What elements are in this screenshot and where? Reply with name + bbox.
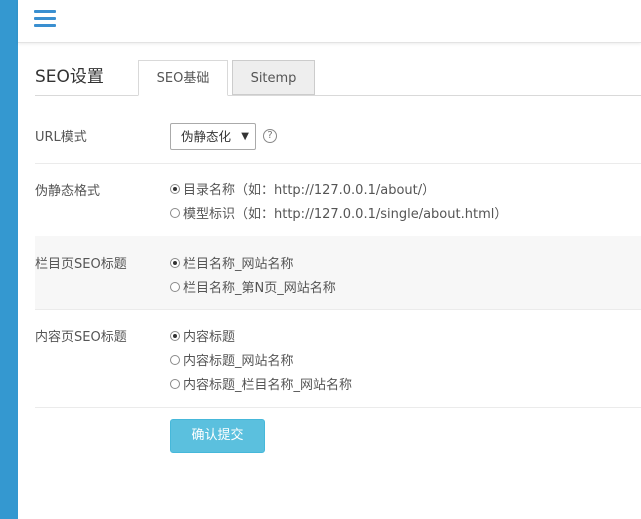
tabs-divider bbox=[35, 95, 641, 96]
radio-button[interactable] bbox=[170, 183, 180, 194]
url-mode-label: URL模式 bbox=[35, 130, 87, 145]
pseudo-static-option-model[interactable]: 模型标识（如：http://127.0.0.1/single/about.htm… bbox=[170, 203, 507, 222]
page-title: SEO设置 bbox=[35, 67, 104, 87]
column-seo-option-2[interactable]: 栏目名称_第N页_网站名称 bbox=[170, 277, 336, 296]
option-label: 内容标题 bbox=[183, 330, 236, 345]
radio-button[interactable] bbox=[170, 378, 180, 389]
column-seo-title-row: 栏目页SEO标题 栏目名称_网站名称 栏目名称_第N页_网站名称 bbox=[35, 236, 641, 310]
content-seo-option-1[interactable]: 内容标题 bbox=[170, 326, 235, 345]
option-label: 内容标题_栏目名称_网站名称 bbox=[183, 378, 353, 393]
option-label: 模型标识（如：http://127.0.0.1/single/about.htm… bbox=[183, 207, 508, 222]
content-seo-title-row: 内容页SEO标题 内容标题 内容标题_网站名称 内容标题_栏目名称_网站名称 bbox=[35, 309, 641, 408]
top-header bbox=[18, 0, 641, 43]
option-label: 栏目名称_网站名称 bbox=[183, 257, 294, 272]
radio-button[interactable] bbox=[170, 207, 180, 218]
pseudo-static-format-label: 伪静态格式 bbox=[35, 184, 101, 199]
radio-button[interactable] bbox=[170, 330, 180, 341]
tab-sitemap[interactable]: Sitemp bbox=[232, 60, 315, 95]
pseudo-static-format-row: 伪静态格式 目录名称（如：http://127.0.0.1/about/） 模型… bbox=[35, 163, 641, 237]
submit-button[interactable]: 确认提交 bbox=[170, 419, 265, 453]
option-label: 内容标题_网站名称 bbox=[183, 354, 294, 369]
option-label: 目录名称（如：http://127.0.0.1/about/） bbox=[183, 183, 436, 198]
column-seo-option-1[interactable]: 栏目名称_网站名称 bbox=[170, 253, 294, 272]
column-seo-title-label: 栏目页SEO标题 bbox=[35, 257, 127, 272]
option-label: 栏目名称_第N页_网站名称 bbox=[183, 281, 336, 296]
help-icon[interactable]: ? bbox=[263, 129, 277, 143]
radio-button[interactable] bbox=[170, 257, 180, 268]
content-seo-option-2[interactable]: 内容标题_网站名称 bbox=[170, 350, 294, 369]
content-seo-option-3[interactable]: 内容标题_栏目名称_网站名称 bbox=[170, 374, 352, 393]
tab-seo-basic[interactable]: SEO基础 bbox=[138, 60, 228, 96]
url-mode-selected-value: 伪静态化 bbox=[181, 129, 232, 144]
radio-button[interactable] bbox=[170, 281, 180, 292]
radio-button[interactable] bbox=[170, 354, 180, 365]
content-seo-title-label: 内容页SEO标题 bbox=[35, 330, 127, 345]
chevron-down-icon: ▼ bbox=[241, 131, 249, 142]
pseudo-static-option-directory[interactable]: 目录名称（如：http://127.0.0.1/about/） bbox=[170, 179, 435, 198]
hamburger-menu-icon[interactable] bbox=[34, 10, 56, 28]
url-mode-select[interactable]: 伪静态化 ▼ bbox=[170, 123, 256, 150]
left-sidebar bbox=[0, 0, 18, 519]
url-mode-row: URL模式 bbox=[35, 112, 641, 164]
